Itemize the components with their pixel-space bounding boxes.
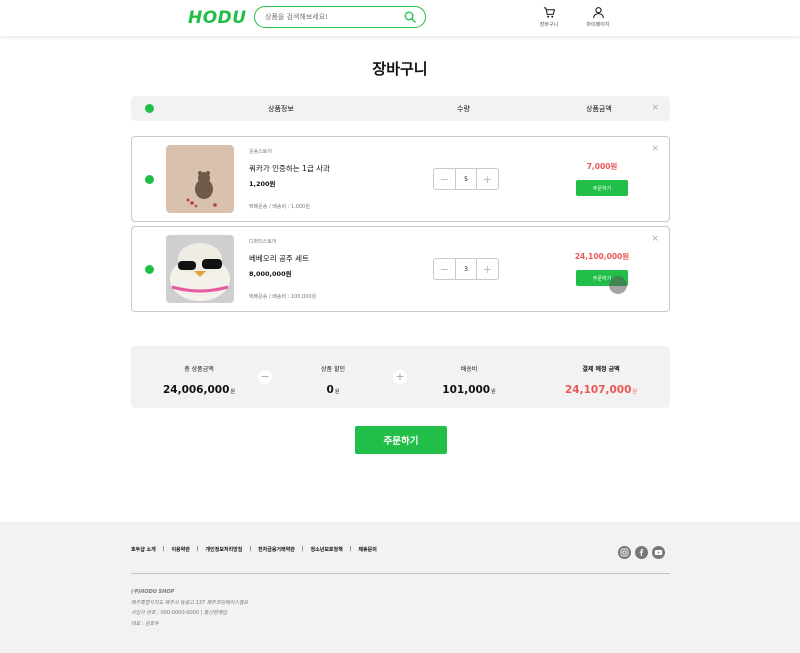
order-item-button[interactable]: 주문하기 [576,180,628,196]
cart-button[interactable]: 장바구니 [529,6,569,30]
footer-links: 호두샵 소개 | 이용약관 | 개인정보처리방침 | 전자금융거래약관 | 청소… [131,546,377,553]
item-checkbox[interactable] [145,175,154,184]
mypage-button[interactable]: 마이페이지 [578,6,618,30]
search-input[interactable] [265,10,395,24]
footer-separator: | [162,546,165,552]
expected-payment: 결제 예정 금액 24,107,000원 [541,364,661,397]
footer-link-privacy[interactable]: 개인정보처리방침 [206,546,243,553]
won-unit: 원 [491,389,496,395]
discount-label: 상품 할인 [321,366,345,373]
column-quantity: 수량 [457,105,470,113]
product-price: 1,200원 [249,180,276,188]
plus-icon: + [393,370,407,384]
footer-link-partnership[interactable]: 제휴문의 [358,546,376,553]
shipping-info: 택배운송 / 배송비 : 1,000원 [249,204,310,210]
footer-separator: | [301,546,304,552]
order-summary: 총 상품금액 24,006,000원 − 상품 할인 0원 + 배송비 101,… [131,346,670,408]
duck-costume-image [166,235,234,303]
seller-name: 운송스토어 [249,149,273,155]
social-links [618,546,665,559]
item-checkbox[interactable] [145,265,154,274]
footer-link-efinance[interactable]: 전자금융거래약관 [258,546,295,553]
shipping-fee: 배송비 101,000원 [409,364,529,397]
facebook-icon[interactable] [635,546,648,559]
footer-separator: | [196,546,199,552]
checkout-button[interactable]: 주문하기 [355,426,447,454]
quantity-value: 5 [455,169,477,189]
select-all-checkbox[interactable] [145,104,154,113]
product-price: 8,000,000원 [249,270,292,278]
total-product-value: 24,006,000 [162,384,230,396]
footer-separator: | [349,546,352,552]
product-image[interactable] [166,145,234,213]
seller-name: 디퍼티스토어 [249,239,277,245]
minus-icon: − [258,370,272,384]
product-name[interactable]: 쿼카가 인증하는 1급 사과 [249,163,330,174]
product-image[interactable] [166,235,234,303]
item-total-price: 7,000원 [586,162,618,171]
search-icon[interactable] [404,11,416,23]
increase-button[interactable]: + [477,259,498,279]
column-product-info: 상품정보 [268,105,294,113]
product-discount: 상품 할인 0원 [273,364,393,397]
instagram-icon[interactable] [618,546,631,559]
total-product-label: 총 상품금액 [184,366,214,373]
youtube-icon[interactable] [652,546,665,559]
user-icon [592,7,604,19]
footer-link-about[interactable]: 호두샵 소개 [131,546,156,553]
expected-payment-value: 24,107,000 [564,384,632,396]
decrease-button[interactable]: − [434,259,455,279]
delete-item-icon[interactable]: × [651,144,659,154]
column-price: 상품금액 [586,105,612,113]
mouse-cursor [609,276,627,294]
footer-divider [131,573,670,574]
cart-label: 장바구니 [539,22,559,28]
cart-icon [543,7,555,18]
quantity-stepper: − 3 + [433,258,499,280]
delete-all-icon[interactable]: × [651,103,659,113]
page-title: 장바구니 [372,60,428,78]
increase-button[interactable]: + [477,169,498,189]
footer-link-youth[interactable]: 청소년보호정책 [311,546,343,553]
quokka-image [166,145,234,213]
business-number: 사업자 번호 : 000-0000-0000 | 통신판매업 [131,610,227,616]
product-name[interactable]: 베베오리 공주 세트 [249,253,309,264]
cart-item: 운송스토어 쿼카가 인증하는 1급 사과 1,200원 택배운송 / 배송비 :… [131,136,670,222]
shipping-fee-value: 101,000 [442,384,491,396]
expected-payment-label: 결제 예정 금액 [582,366,620,373]
shipping-fee-label: 배송비 [460,366,478,373]
site-footer: 호두샵 소개 | 이용약관 | 개인정보처리방침 | 전자금융거래약관 | 청소… [0,522,800,653]
company-info: (주)HODU SHOP 제주특별자치도 제주시 동광고 137 제주코딩베이스… [131,587,248,629]
footer-link-terms[interactable]: 이용약관 [171,546,189,553]
mypage-label: 마이페이지 [586,22,610,28]
item-total-price: 24,100,000원 [574,252,630,261]
discount-value: 0 [326,384,334,396]
cart-item: 디퍼티스토어 베베오리 공주 세트 8,000,000원 택배운송 / 배송비 … [131,226,670,312]
search-bar[interactable] [254,6,426,28]
ceo-name: 대표 : 김호두 [131,620,159,627]
site-header: HODU 장바구니 마이페이지 [0,0,800,36]
delete-item-icon[interactable]: × [651,234,659,244]
won-unit: 원 [230,389,236,395]
won-unit: 원 [334,389,340,395]
quantity-value: 3 [455,259,477,279]
total-product-amount: 총 상품금액 24,006,000원 [139,364,259,397]
cart-column-header: 상품정보 수량 상품금액 × [131,96,670,121]
shipping-info: 택배운송 / 배송비 : 100,000원 [249,294,317,300]
company-name: (주)HODU SHOP [131,589,175,595]
company-address: 제주특별자치도 제주시 동광고 137 제주코딩베이스캠프 [131,599,249,606]
won-unit: 원 [632,389,638,395]
quantity-stepper: − 5 + [433,168,499,190]
logo[interactable]: HODU [188,8,247,28]
decrease-button[interactable]: − [434,169,455,189]
footer-separator: | [249,546,252,552]
